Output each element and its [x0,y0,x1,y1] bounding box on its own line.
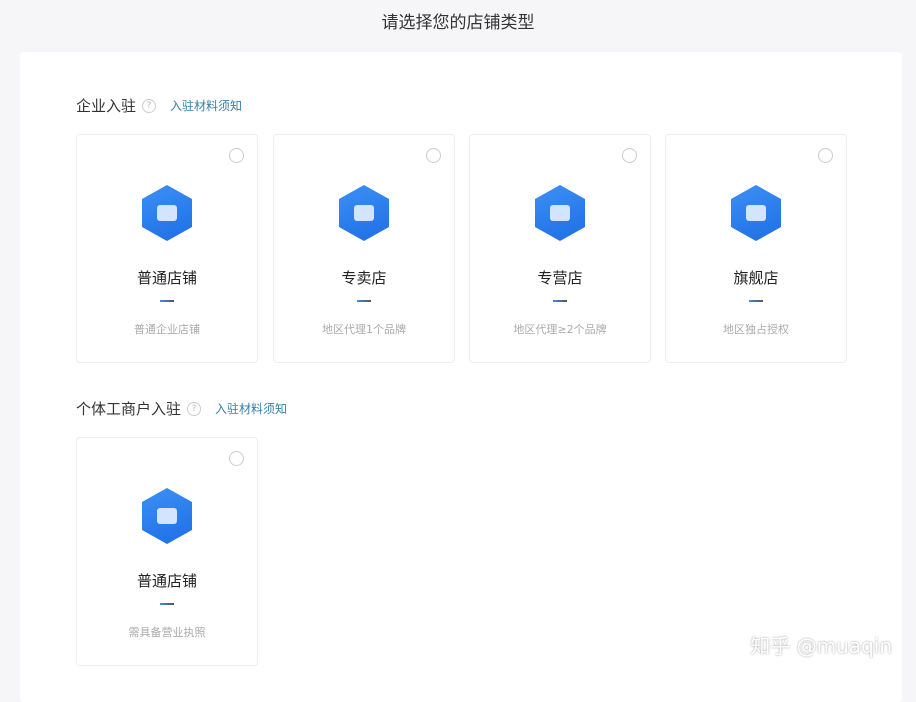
store-icon [339,185,389,241]
store-card-individual[interactable]: 普通店铺 需具备营业执照 [76,437,258,666]
card-title: 普通店铺 [77,570,257,591]
card-description: 地区独占授权 [666,321,846,337]
card-title: 专卖店 [274,267,454,288]
watermark: 知乎 @muaqin [750,630,892,659]
store-card-specialty[interactable]: 专营店 地区代理≥2个品牌 [469,134,651,363]
bag-icon [142,185,192,241]
card-title: 旗舰店 [666,267,846,288]
card-description: 地区代理≥2个品牌 [470,321,650,337]
page-title: 请选择您的店铺类型 [0,8,916,33]
radio-button[interactable] [229,148,244,163]
store-card-regular[interactable]: 普通店铺 普通企业店铺 [76,134,258,363]
divider [749,300,763,302]
store-card-flagship[interactable]: 旗舰店 地区独占授权 [665,134,847,363]
section-title: 企业入驻 [76,95,136,116]
card-title: 专营店 [470,267,650,288]
store-card-exclusive[interactable]: 专卖店 地区代理1个品牌 [273,134,455,363]
card-description: 普通企业店铺 [77,321,257,337]
divider [553,300,567,302]
section-title: 个体工商户入驻 [76,398,181,419]
card-description: 地区代理1个品牌 [274,321,454,337]
materials-link[interactable]: 入驻材料须知 [215,400,287,417]
card-description: 需具备营业执照 [77,624,257,640]
bag-icon [142,488,192,544]
divider [357,300,371,302]
materials-link[interactable]: 入驻材料须知 [170,97,242,114]
radio-button[interactable] [426,148,441,163]
section-individual-heading: 个体工商户入驻 ? 入驻材料须知 [76,398,287,419]
radio-button[interactable] [229,451,244,466]
radio-button[interactable] [622,148,637,163]
shield-icon [535,185,585,241]
card-title: 普通店铺 [77,267,257,288]
divider [160,300,174,302]
help-icon[interactable]: ? [187,402,201,416]
divider [160,603,174,605]
section-enterprise-heading: 企业入驻 ? 入驻材料须知 [76,95,242,116]
diamond-icon [731,185,781,241]
radio-button[interactable] [818,148,833,163]
help-icon[interactable]: ? [142,99,156,113]
